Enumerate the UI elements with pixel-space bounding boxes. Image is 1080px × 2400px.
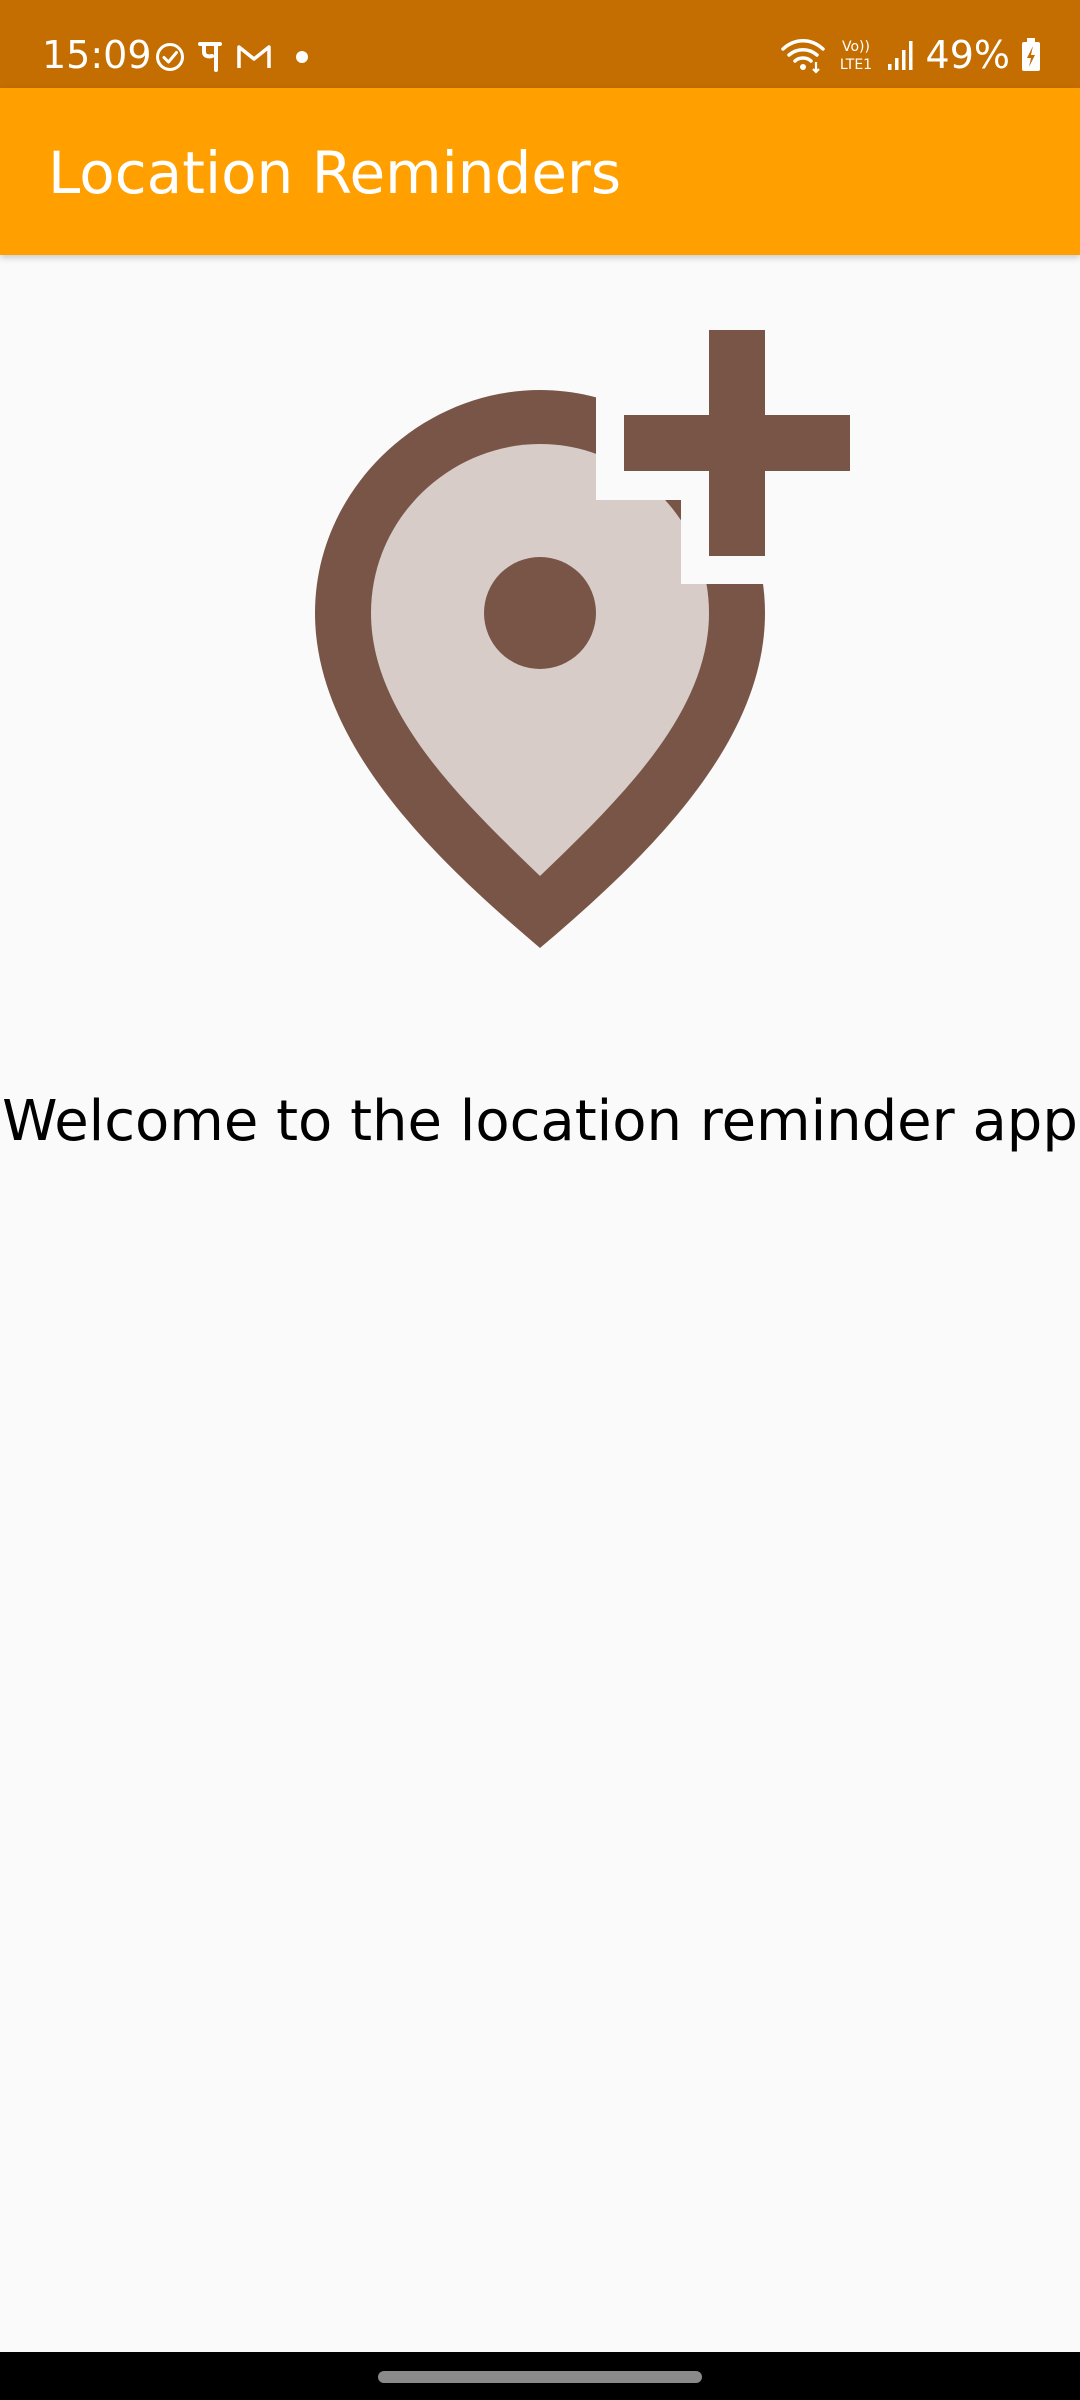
battery-percent: 49% xyxy=(925,33,1010,77)
app-bar: Location Reminders xyxy=(0,88,1080,255)
status-system-icons: Vo)) LTE1 49% xyxy=(780,36,1042,74)
signal-icon xyxy=(887,41,913,70)
app-title: Location Reminders xyxy=(48,139,622,207)
volte-lte-icon: Vo)) LTE1 xyxy=(839,39,871,73)
status-notification-icons xyxy=(154,40,314,74)
home-gesture-handle[interactable] xyxy=(378,2371,702,2383)
check-circle-icon xyxy=(156,43,184,71)
svg-text:LTE1: LTE1 xyxy=(839,57,871,73)
phonepe-icon xyxy=(198,42,222,72)
status-time: 15:09 xyxy=(42,33,152,77)
location-pin-illustration xyxy=(315,330,850,948)
svg-text:Vo)): Vo)) xyxy=(842,39,870,55)
add-location-icon xyxy=(315,330,850,948)
welcome-text: Welcome to the location reminder app xyxy=(2,1089,1078,1154)
screen: 15:09 Vo)) LTE1 49% Location Reminders W… xyxy=(0,0,1080,2400)
status-bar: 15:09 Vo)) LTE1 49% xyxy=(0,0,1080,88)
battery-charging-icon xyxy=(1022,38,1040,71)
gmail-icon xyxy=(237,45,271,68)
wifi-icon xyxy=(780,39,825,74)
dot-icon xyxy=(296,51,308,63)
navigation-bar xyxy=(0,2352,1080,2400)
plus-icon xyxy=(624,330,850,556)
